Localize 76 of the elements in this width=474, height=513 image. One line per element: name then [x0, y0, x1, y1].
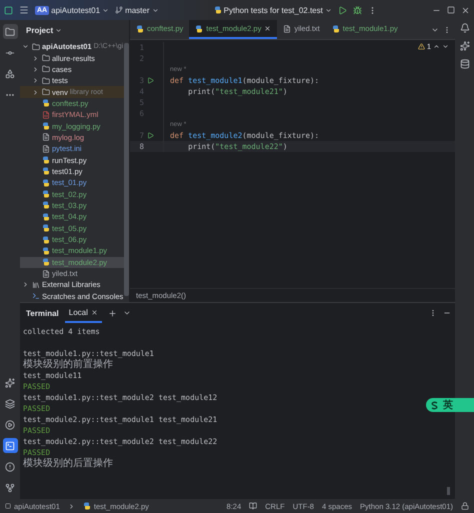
- scrollbar[interactable]: [447, 487, 450, 495]
- app-logo-icon[interactable]: [4, 6, 13, 14]
- caret-icon: [102, 6, 110, 14]
- python-file-icon: [42, 212, 50, 221]
- close-icon[interactable]: [90, 308, 98, 316]
- chevron-right-icon[interactable]: [32, 66, 39, 73]
- folder-icon: [42, 88, 50, 96]
- terminal-title: Terminal: [26, 308, 59, 318]
- module-icon: [5, 503, 11, 509]
- chevron-right-icon[interactable]: [32, 88, 39, 96]
- python-file-icon: [42, 190, 50, 198]
- run-icon[interactable]: [147, 132, 154, 139]
- python-file-icon: [332, 24, 340, 32]
- caret-icon: [324, 6, 332, 14]
- maximize-icon[interactable]: [447, 6, 455, 14]
- terminal-line: 模块级别的后置操作: [23, 458, 113, 469]
- python-file-icon: [42, 236, 50, 244]
- folder-icon: [42, 76, 50, 85]
- chevron-right-icon[interactable]: [32, 54, 39, 62]
- sparkle-icon[interactable]: [460, 41, 470, 51]
- branch-selector[interactable]: master: [115, 6, 159, 14]
- python-file-icon: [42, 201, 50, 210]
- ime-mode[interactable]: 英: [443, 398, 453, 412]
- text-file-icon: [283, 24, 292, 32]
- terminal-tab[interactable]: Local: [64, 303, 102, 323]
- caret-icon[interactable]: [55, 26, 62, 34]
- python-file-icon: [82, 502, 91, 510]
- lock-icon[interactable]: [461, 502, 469, 510]
- book-icon[interactable]: [249, 502, 258, 510]
- library-icon: [32, 280, 40, 289]
- chevron-down-icon[interactable]: [122, 309, 131, 317]
- chevron-right-icon[interactable]: [22, 281, 29, 288]
- database-icon[interactable]: [460, 59, 470, 69]
- add-icon[interactable]: [108, 308, 117, 318]
- terminal-line: 模块级别的前置操作: [23, 359, 113, 370]
- folder-icon[interactable]: [2, 24, 18, 39]
- python-file-icon: [42, 178, 50, 187]
- folder-icon: [42, 65, 50, 74]
- terminal-icon[interactable]: [2, 438, 18, 453]
- chevron-down-icon[interactable]: [22, 43, 29, 50]
- python-file-icon: [42, 224, 50, 232]
- run-icon[interactable]: [147, 77, 154, 84]
- console-icon: [32, 292, 40, 300]
- run-configuration[interactable]: Python tests for test_02.test: [214, 6, 332, 14]
- close-icon[interactable]: [264, 25, 272, 32]
- python-file-icon: [136, 24, 144, 32]
- python-file-icon: [42, 99, 50, 108]
- notifications-icon[interactable]: [460, 23, 470, 33]
- close-icon[interactable]: [461, 6, 470, 14]
- ime-toolbar[interactable]: 英: [426, 398, 474, 412]
- panel-title[interactable]: Project: [26, 26, 54, 34]
- folder-icon: [32, 42, 40, 51]
- python-file-icon: [42, 167, 50, 176]
- folder-icon: [42, 54, 50, 62]
- python-file-icon: [214, 6, 222, 14]
- chevron-down-icon[interactable]: [442, 43, 449, 50]
- text-file-icon: [42, 270, 50, 278]
- branch-icon: [115, 6, 124, 14]
- python-file-icon: [42, 258, 50, 266]
- run-icon[interactable]: [338, 6, 347, 14]
- caret-icon: [152, 6, 159, 14]
- python-file-icon: [195, 24, 204, 32]
- s-logo-icon: [430, 400, 439, 410]
- warning-icon: [418, 43, 425, 50]
- chevron-up-icon[interactable]: [433, 43, 440, 50]
- scrollbar[interactable]: [124, 43, 129, 296]
- chevron-right-icon[interactable]: [32, 77, 39, 84]
- python-file-icon: [42, 246, 50, 255]
- text-file-icon: [42, 133, 50, 142]
- chevron-right-icon: [68, 502, 75, 510]
- menu-icon[interactable]: [19, 5, 29, 15]
- debug-icon[interactable]: [352, 6, 362, 14]
- python-file-icon: [42, 156, 50, 164]
- yaml-file-icon: [42, 110, 50, 119]
- settings-file-icon: [42, 144, 50, 153]
- python-file-icon: [42, 122, 50, 130]
